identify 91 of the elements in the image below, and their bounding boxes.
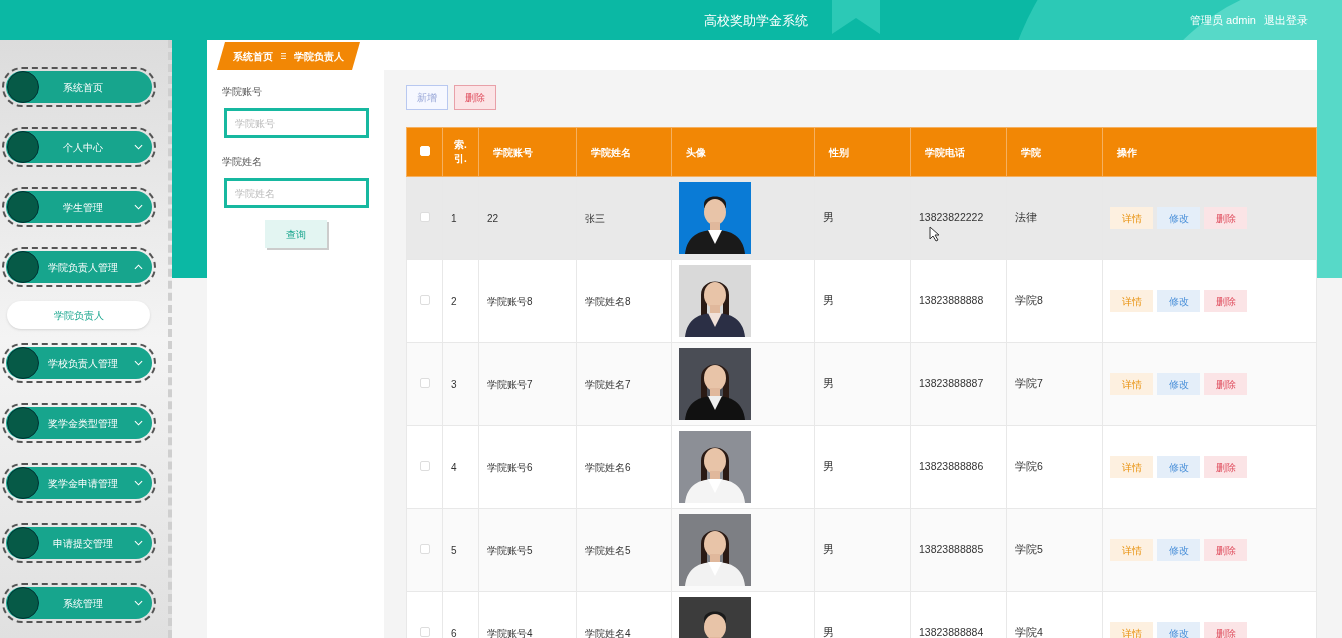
- edit-button[interactable]: 修改: [1157, 290, 1200, 312]
- table-cell: 13823888886: [919, 460, 984, 473]
- column-header: 学院电话: [925, 146, 965, 158]
- edit-button[interactable]: 修改: [1157, 539, 1200, 561]
- table-cell: 4: [451, 461, 457, 473]
- delete-button[interactable]: 删除: [1204, 290, 1247, 312]
- sidebar-menu-item[interactable]: 学生管理: [6, 191, 152, 223]
- table-cell: 学院姓名8: [585, 295, 631, 307]
- delete-button[interactable]: 删除: [454, 85, 496, 110]
- column-header: 头像: [686, 146, 706, 158]
- user-label: 管理员 admin: [1189, 13, 1256, 28]
- table-cell: 学院账号8: [487, 295, 533, 307]
- details-button[interactable]: 详情: [1110, 622, 1153, 638]
- search-button[interactable]: 查询: [264, 220, 327, 248]
- field-label: 学院姓名: [222, 155, 263, 169]
- column-header: 操作: [1117, 146, 1137, 158]
- checkbox[interactable]: [419, 626, 430, 637]
- add-button[interactable]: 新增: [406, 85, 448, 110]
- breadcrumb-item[interactable]: 系统首页: [233, 48, 273, 64]
- table-cell: 男: [823, 460, 834, 473]
- table-cell: 学院4: [1015, 626, 1043, 638]
- table-cell: 2: [451, 295, 457, 307]
- table-cell: 男: [823, 543, 834, 556]
- delete-button[interactable]: 删除: [1204, 539, 1247, 561]
- table-cell: 学院账号7: [487, 378, 533, 390]
- table-cell: 5: [451, 544, 457, 556]
- details-button[interactable]: 详情: [1110, 539, 1153, 561]
- checkbox[interactable]: [419, 377, 430, 388]
- table-cell: 学院姓名4: [585, 627, 631, 638]
- details-button[interactable]: 详情: [1110, 207, 1153, 229]
- checkbox[interactable]: [419, 211, 430, 222]
- sidebar-menu-item[interactable]: 奖学金类型管理: [6, 407, 152, 439]
- table-cell: 张三: [585, 212, 605, 224]
- sidebar-menu-item[interactable]: 个人中心: [6, 131, 152, 163]
- column-header: 学院: [1021, 146, 1041, 158]
- delete-button[interactable]: 删除: [1204, 456, 1247, 478]
- table-cell: 6: [451, 627, 457, 638]
- column-header: 性别: [829, 146, 849, 158]
- table-cell: 学院姓名5: [585, 544, 631, 556]
- table-cell: 学院账号4: [487, 627, 533, 638]
- checkbox[interactable]: [419, 543, 430, 554]
- column-header: 学院姓名: [591, 146, 631, 158]
- table-cell: 男: [823, 211, 834, 224]
- separator-icon: [281, 52, 286, 60]
- cursor-icon: [929, 226, 941, 242]
- table-cell: 1: [451, 212, 457, 224]
- table-cell: 学院姓名6: [585, 461, 631, 473]
- delete-button[interactable]: 删除: [1204, 373, 1247, 395]
- table-cell: 13823888885: [919, 543, 984, 556]
- delete-button[interactable]: 删除: [1204, 207, 1247, 229]
- table-cell: 学院姓名7: [585, 378, 631, 390]
- table-cell: 男: [823, 626, 834, 638]
- edit-button[interactable]: 修改: [1157, 456, 1200, 478]
- breadcrumb-item: 学院负责人: [294, 49, 344, 64]
- table-cell: 3: [451, 378, 457, 390]
- table-cell: 学院5: [1015, 543, 1043, 556]
- field-label: 学院账号: [222, 85, 263, 99]
- details-button[interactable]: 详情: [1110, 373, 1153, 395]
- table-cell: 学院8: [1015, 294, 1043, 307]
- sidebar-menu-item[interactable]: 系统管理: [6, 587, 152, 619]
- table-cell: 13823888888: [919, 294, 984, 307]
- details-button[interactable]: 详情: [1110, 290, 1153, 312]
- logout-link[interactable]: 退出登录: [1264, 12, 1308, 29]
- app-title: 高校奖助学金系统: [704, 12, 808, 30]
- sidebar-menu-item[interactable]: 申请提交管理: [6, 527, 152, 559]
- column-header: 索.引.: [453, 138, 468, 166]
- edit-button[interactable]: 修改: [1157, 373, 1200, 395]
- sidebar-menu-item[interactable]: 系统首页: [6, 71, 152, 103]
- edit-button[interactable]: 修改: [1157, 207, 1200, 229]
- table-cell: 22: [487, 212, 499, 224]
- ribbon-icon: [832, 0, 880, 34]
- table-cell: 男: [823, 294, 834, 307]
- column-header: 学院账号: [493, 146, 533, 158]
- table-cell: 13823822222: [919, 211, 984, 224]
- table-cell: 学院账号6: [487, 461, 533, 473]
- table-cell: 学院账号5: [487, 544, 533, 556]
- submenu-item[interactable]: 学院负责人: [7, 301, 150, 329]
- table-cell: 13823888884: [919, 626, 984, 638]
- details-button[interactable]: 详情: [1110, 456, 1153, 478]
- checkbox[interactable]: [419, 460, 430, 471]
- edit-button[interactable]: 修改: [1157, 622, 1200, 638]
- delete-button[interactable]: 删除: [1204, 622, 1247, 638]
- sidebar-menu-item[interactable]: 学校负责人管理: [6, 347, 152, 379]
- table-cell: 学院6: [1015, 460, 1043, 473]
- table-cell: 13823888887: [919, 377, 984, 390]
- sidebar-menu-item[interactable]: 学院负责人管理: [6, 251, 152, 283]
- sidebar-menu-item[interactable]: 奖学金申请管理: [6, 467, 152, 499]
- table-cell: 男: [823, 377, 834, 390]
- table-cell: 学院7: [1015, 377, 1043, 390]
- table-cell: 法律: [1015, 211, 1037, 224]
- checkbox[interactable]: [419, 294, 430, 305]
